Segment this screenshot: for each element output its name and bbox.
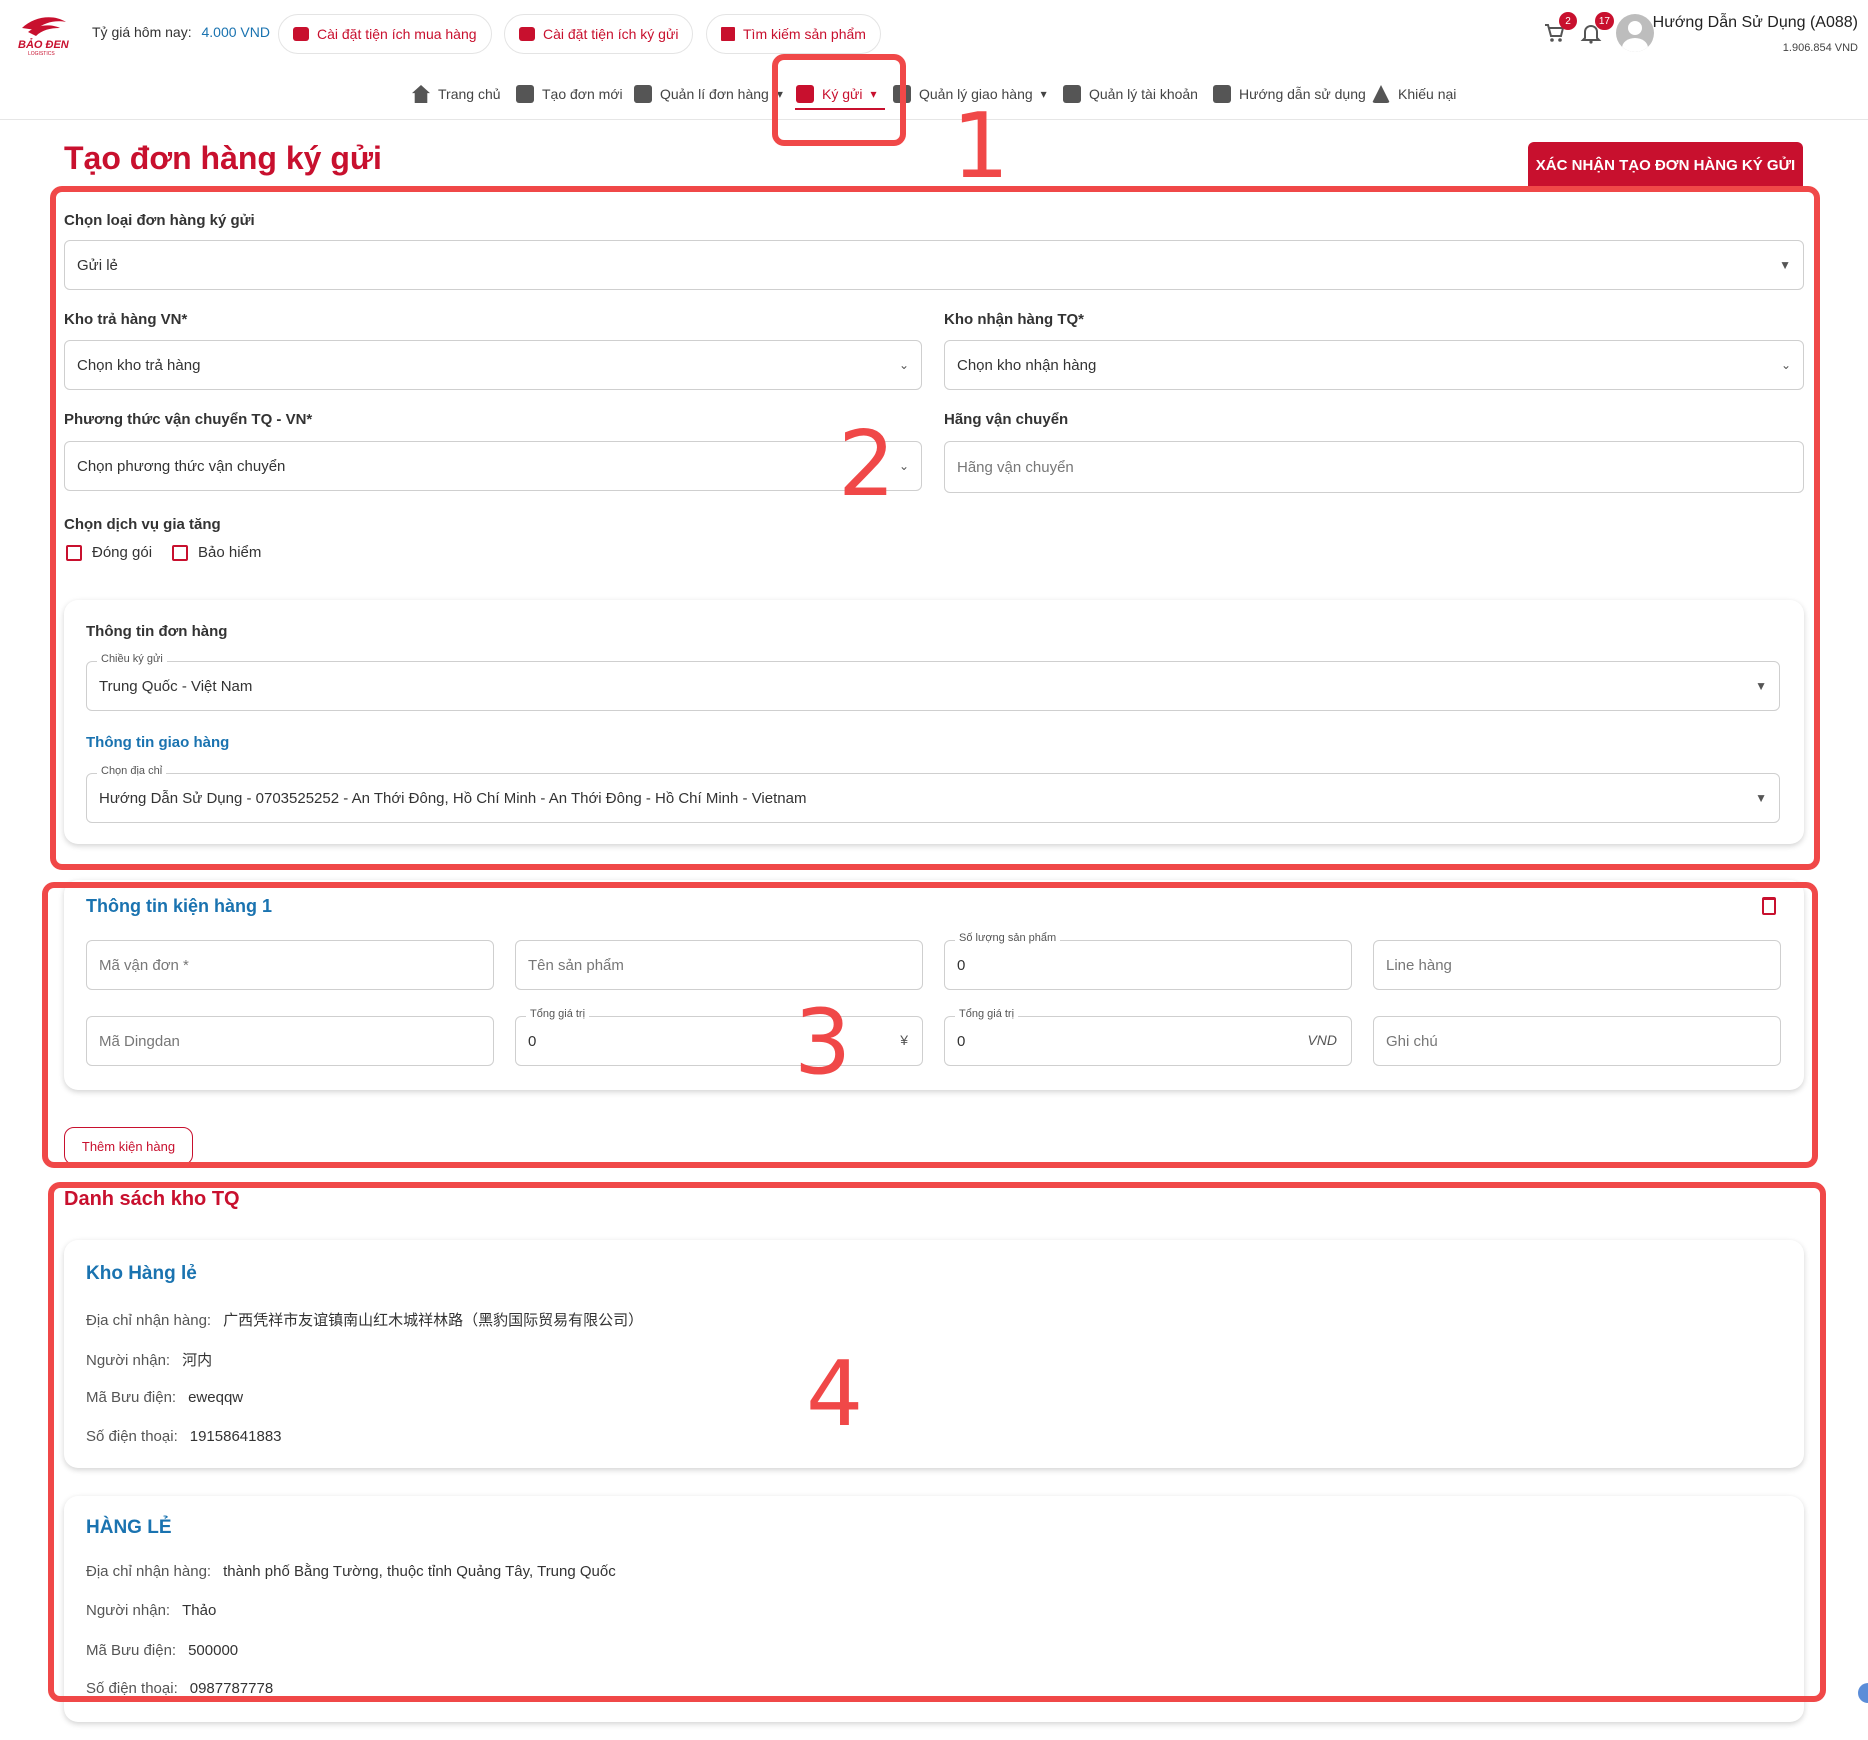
install-purchase-extension-button[interactable]: Cài đặt tiện ích mua hàng [278, 14, 492, 54]
annotation-box-1 [772, 54, 906, 146]
nav-label: Quản lý tài khoản [1089, 86, 1198, 102]
plus-square-icon [516, 85, 534, 103]
svg-text:BẢO ĐEN: BẢO ĐEN [18, 38, 70, 51]
avatar[interactable] [1616, 14, 1654, 52]
annotation-box-2 [50, 186, 1820, 870]
annotation-number-2: 2 [838, 412, 896, 517]
page-title: Tạo đơn hàng ký gửi [64, 140, 382, 176]
pill-label: Cài đặt tiện ích ký gửi [543, 26, 679, 42]
nav-item-complaints[interactable]: Khiếu nại [1372, 82, 1456, 106]
annotation-number-3: 3 [794, 990, 852, 1095]
account-icon [1063, 85, 1081, 103]
nav-item-create-order[interactable]: Tạo đơn mới [516, 82, 623, 106]
nav-label: Khiếu nại [1398, 86, 1457, 102]
exchange-rate-value: 4.000 VND [201, 24, 270, 40]
svg-text:LOGISTICS: LOGISTICS [28, 51, 55, 56]
user-name[interactable]: Hướng Dẫn Sử Dụng (A088) [1653, 14, 1858, 32]
annotation-box-3 [42, 882, 1818, 1168]
nav-item-order-management[interactable]: Quản lí đơn hàng ▾ [634, 82, 783, 106]
nav-item-account-management[interactable]: Quản lý tài khoản [1063, 82, 1198, 106]
install-consignment-extension-button[interactable]: Cài đặt tiện ích ký gửi [504, 14, 694, 54]
user-balance: 1.906.854 VND [1782, 42, 1858, 54]
pill-label: Cài đặt tiện ích mua hàng [317, 26, 477, 42]
nav-label: Quản lí đơn hàng [660, 86, 769, 102]
nav-item-home[interactable]: Trang chủ [412, 82, 501, 106]
nav-label: Hướng dẫn sử dụng [1239, 86, 1366, 102]
cart-button[interactable]: 2 [1543, 12, 1577, 44]
main-nav: Trang chủ Tạo đơn mới Quản lí đơn hàng ▾… [0, 82, 1868, 110]
exchange-rate: Tỷ giá hôm nay: 4.000 VND [92, 24, 270, 40]
gift-icon [293, 27, 309, 41]
pill-label: Tìm kiếm sản phẩm [743, 26, 866, 42]
search-product-button[interactable]: Tìm kiếm sản phẩm [706, 14, 881, 54]
gift-icon [519, 27, 535, 41]
chevron-down-icon: ▾ [1040, 87, 1047, 101]
home-icon [412, 85, 430, 103]
grid-icon [721, 27, 735, 41]
annotation-number-1: 1 [952, 94, 1010, 199]
nav-item-user-guide[interactable]: Hướng dẫn sử dụng [1213, 82, 1366, 106]
notification-button[interactable]: 17 [1580, 12, 1614, 44]
annotation-number-4: 4 [806, 1342, 864, 1447]
cart-count-badge: 2 [1559, 12, 1577, 30]
nav-label: Trang chủ [438, 86, 501, 102]
exchange-rate-label: Tỷ giá hôm nay: [92, 24, 192, 40]
confirm-create-consignment-button[interactable]: XÁC NHẬN TẠO ĐƠN HÀNG KÝ GỬI [1528, 142, 1803, 188]
top-bar: BẢO ĐEN LOGISTICS Tỷ giá hôm nay: 4.000 … [0, 0, 1868, 120]
warning-icon [1372, 85, 1390, 103]
annotation-box-4 [48, 1182, 1826, 1702]
cart-icon [634, 85, 652, 103]
notification-count-badge: 17 [1594, 12, 1614, 30]
help-widget-icon[interactable] [1858, 1683, 1868, 1703]
document-icon [1213, 85, 1231, 103]
nav-label: Tạo đơn mới [542, 86, 623, 102]
baoden-logo[interactable]: BẢO ĐEN LOGISTICS [14, 12, 72, 56]
